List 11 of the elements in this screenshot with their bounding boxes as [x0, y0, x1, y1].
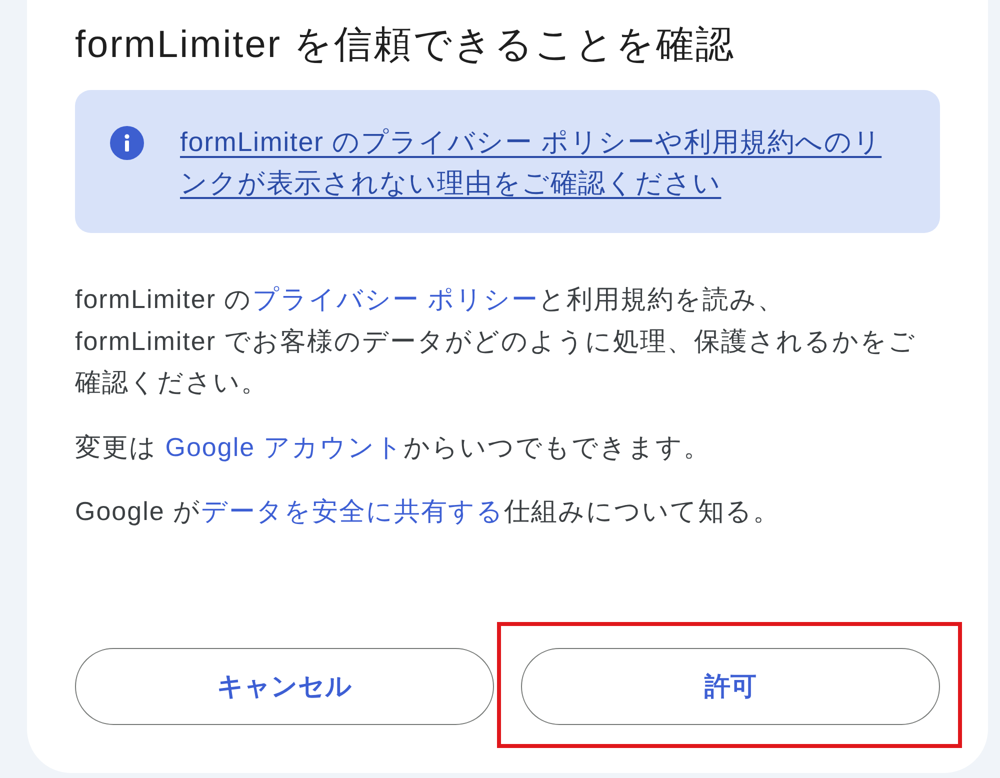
- inline-link[interactable]: Google アカウント: [165, 432, 404, 462]
- info-icon: [110, 126, 144, 160]
- inline-link[interactable]: データを安全に共有する: [201, 496, 504, 526]
- cancel-button[interactable]: キャンセル: [75, 648, 494, 725]
- inline-link[interactable]: プライバシー ポリシー: [252, 284, 538, 314]
- body-text: formLimiter の プライバシー ポリシー と利用規約を読み、 formLimiter でお客様のデータがどのように処理、保護されるかをご確認ください。: [75, 283, 918, 399]
- dialog-title: formLimiter を信頼できることを確認: [75, 23, 736, 68]
- body-text: Google がデータを安全に共有する 仕組みについて知る。: [75, 495, 780, 528]
- body-text: 変更は Google アカウント からいつでもできます。: [75, 430, 710, 464]
- notice-link[interactable]: formLimiter のプライバシー ポリシーや利用規約へのリンクが表示されない理由をご確認ください: [180, 122, 900, 204]
- allow-button[interactable]: 許可: [521, 648, 940, 725]
